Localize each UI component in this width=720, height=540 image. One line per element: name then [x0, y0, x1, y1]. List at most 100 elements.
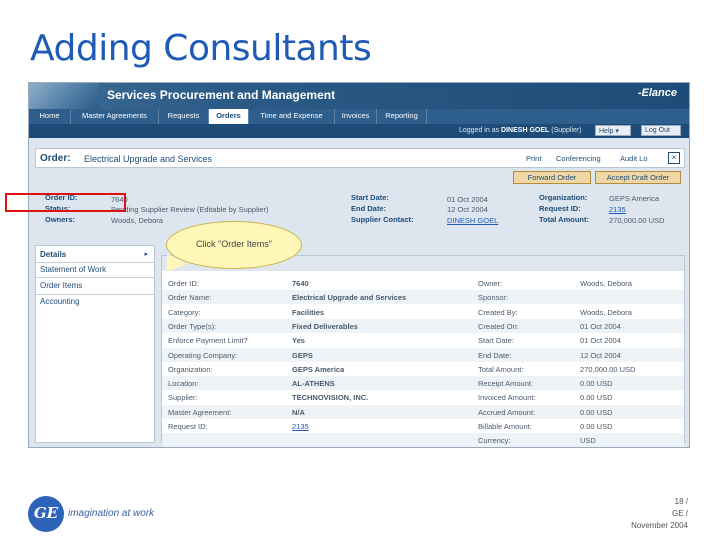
supplier-contact-link[interactable]: DINESH GOEL — [447, 216, 498, 225]
expand-arrow-icon: ▸ — [144, 251, 148, 258]
detail-value: GEPS America — [292, 364, 345, 374]
detail-value: AL-ATHENS — [292, 379, 335, 389]
banner-graphic — [29, 83, 99, 109]
tab-time-and-expense[interactable]: Time and Expense — [249, 109, 335, 124]
slide-title: Adding Consultants — [30, 28, 372, 69]
detail-value: N/A — [292, 407, 305, 417]
detail-value: 01 Oct 2004 — [580, 321, 621, 331]
main-tabs: Home Master Agreements Requests Orders T… — [29, 109, 689, 124]
detail-label: Master Agreement: — [168, 407, 232, 417]
print-link[interactable]: Print — [526, 154, 541, 163]
detail-label: Owner: — [478, 279, 503, 288]
detail-label: Order Type(s): — [168, 321, 217, 331]
left-nav: Details ▸ Statement of Work Order Items … — [35, 245, 155, 443]
tab-invoices[interactable]: Invoices — [335, 109, 377, 124]
help-menu[interactable]: Help ▾ — [595, 125, 631, 136]
detail-value: TECHNOVISION, INC. — [292, 393, 369, 403]
tab-home[interactable]: Home — [29, 109, 71, 124]
app-window: Services Procurement and Management -Ela… — [28, 82, 690, 448]
footer-company: GE / — [671, 509, 688, 518]
accept-draft-order-button[interactable]: Accept Draft Order — [595, 171, 681, 184]
nav-item-details[interactable]: Details — [40, 250, 66, 259]
user-bar: Logged in as DINESH GOEL (Supplier) Help… — [29, 124, 689, 138]
detail-label: Created By: — [478, 307, 518, 317]
detail-label: Accrued Amount: — [478, 407, 536, 417]
app-title: Services Procurement and Management — [107, 88, 336, 102]
tab-master-agreements[interactable]: Master Agreements — [71, 109, 159, 124]
detail-row: Master Agreement: N/A Accrued Amount: 0.00 … — [162, 404, 684, 419]
detail-label: Category: — [168, 307, 201, 317]
detail-value: GEPS — [292, 350, 313, 360]
detail-row: Supplier: TECHNOVISION, INC. Invoiced Amou… — [162, 390, 684, 404]
nav-item-order-items[interactable]: Order Items — [40, 281, 82, 290]
request-id-link[interactable]: 2135 — [609, 205, 626, 214]
detail-label: Invoiced Amount: — [478, 393, 536, 403]
detail-row: Order Type(s): Fixed Deliverables Created … — [162, 318, 684, 333]
detail-row: Location: AL-ATHENS Receipt Amount: 0.00 US… — [162, 376, 684, 391]
detail-label: Organization: — [168, 364, 213, 374]
detail-label: Receipt Amount: — [478, 379, 534, 389]
summary-organization: GEPS America — [609, 194, 660, 203]
detail-value: 0.00 USD — [580, 393, 613, 403]
user-name: DINESH GOEL — [501, 127, 550, 134]
summary-start-date: 01 Oct 2004 — [447, 195, 488, 204]
ge-logo: GE — [28, 496, 64, 532]
footer-date: November 2004 — [631, 521, 688, 530]
detail-value: Yes — [292, 336, 305, 346]
app-banner: Services Procurement and Management -Ela… — [29, 83, 689, 109]
forward-order-button[interactable]: Forward Order — [513, 171, 591, 184]
slide-footer: 18 / GE / November 2004 — [631, 496, 688, 532]
detail-value: 01 Oct 2004 — [580, 336, 621, 346]
detail-value: 7640 — [292, 279, 309, 288]
brand-logo: -Elance — [637, 87, 677, 99]
detail-label: Supplier: — [168, 393, 198, 403]
detail-value: Woods, Debora — [580, 307, 632, 317]
detail-value: 270,000.00 USD — [580, 364, 636, 374]
audit-log-link[interactable]: Audit Lo — [620, 154, 648, 163]
conferencing-link[interactable]: Conferencing — [556, 154, 601, 163]
detail-value: 12 Oct 2004 — [580, 350, 621, 360]
order-header: Order: Electrical Upgrade and Services P… — [35, 148, 685, 168]
detail-label: Billable Amount: — [478, 422, 532, 431]
detail-row: Operating Company: GEPS End Date: 12 Oct 20… — [162, 347, 684, 362]
instruction-callout: Click "Order Items" — [166, 221, 302, 269]
nav-item-statement-of-work[interactable]: Statement of Work — [40, 265, 106, 274]
order-label: Order: — [40, 153, 71, 164]
detail-value: 0.00 USD — [580, 422, 613, 431]
detail-label: Created On: — [478, 321, 519, 331]
detail-row: Enforce Payment Limit? Yes Start Date: 01 O… — [162, 333, 684, 347]
summary-owners: Woods, Debora — [111, 216, 163, 225]
logged-in-text: Logged in as DINESH GOEL (Supplier) — [459, 127, 582, 134]
detail-label: End Date: — [478, 350, 512, 360]
request-id-detail-link[interactable]: 2135 — [292, 422, 309, 431]
nav-item-accounting[interactable]: Accounting — [40, 297, 80, 306]
tagline: imagination at work — [68, 508, 155, 519]
detail-row: Request ID: 2135 Billable Amount: 0.00 USD — [162, 419, 684, 433]
close-icon[interactable]: × — [668, 152, 680, 164]
logout-button[interactable]: Log Out — [641, 125, 681, 136]
detail-row: Currency: USD — [162, 433, 684, 447]
order-summary: Order ID: 7640 Status: Pending Supplier … — [45, 193, 665, 225]
page-number: 18 / — [674, 497, 688, 506]
callout-text: Click "Order Items" — [196, 239, 272, 249]
detail-value: Electrical Upgrade and Services — [292, 293, 407, 303]
tab-orders[interactable]: Orders — [209, 109, 249, 124]
detail-value: USD — [580, 436, 596, 446]
summary-status: Pending Supplier Review (Editable by Sup… — [111, 205, 269, 214]
detail-value: Woods, Debora — [580, 279, 632, 288]
detail-label: Enforce Payment Limit? — [168, 336, 248, 346]
summary-end-date: 12 Oct 2004 — [447, 205, 488, 214]
tab-reporting[interactable]: Reporting — [377, 109, 427, 124]
detail-label: Order Name: — [168, 293, 212, 303]
order-details-panel: Order ID: 7640 Owner: Woods, Debora Order Na… — [161, 255, 685, 447]
order-items-highlight-box — [5, 193, 126, 212]
detail-value: 0.00 USD — [580, 407, 613, 417]
detail-value: 0.00 USD — [580, 379, 613, 389]
detail-label: Order ID: — [168, 279, 199, 288]
detail-row: Order Name: Electrical Upgrade and Servic… — [162, 290, 684, 305]
summary-total-amount: 270,000.00 USD — [609, 216, 665, 225]
detail-label: Total Amount: — [478, 364, 524, 374]
tab-requests[interactable]: Requests — [159, 109, 209, 124]
detail-row: Organization: GEPS America Total Amount: 27… — [162, 362, 684, 376]
detail-label: Currency: — [478, 436, 511, 446]
